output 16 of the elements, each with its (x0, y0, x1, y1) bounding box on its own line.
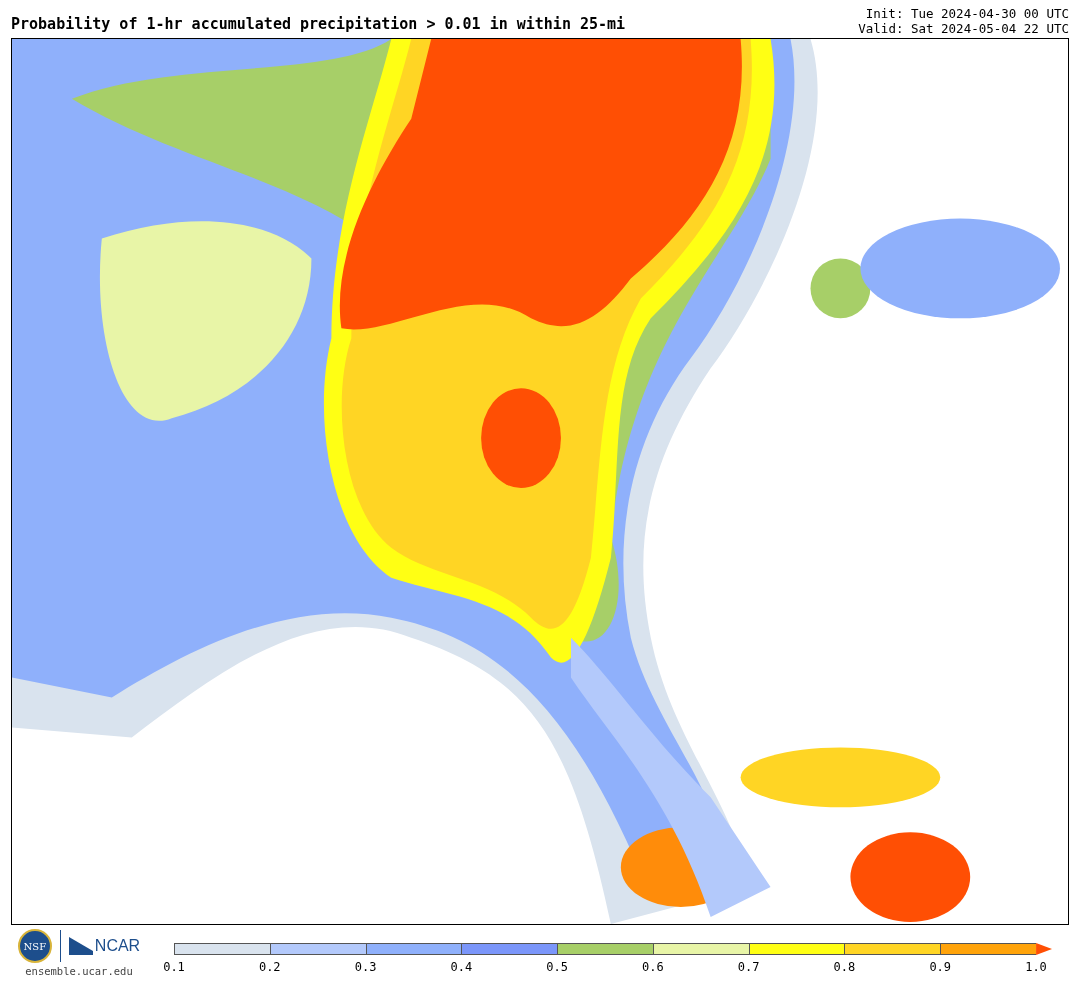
colorbar-tick-label: 0.4 (450, 960, 473, 974)
init-time: Init: Tue 2024-04-30 00 UTC (865, 6, 1069, 21)
valid-time: Valid: Sat 2024-05-04 22 UTC (858, 21, 1069, 36)
site-url: ensemble.ucar.edu (25, 965, 133, 977)
colorbar-tick-label: 0.1 (163, 960, 185, 974)
colorbar-tick-label: 0.3 (354, 960, 377, 974)
colorbar-tick-label: 0.7 (737, 960, 760, 974)
colorbar-tick-label: 0.8 (833, 960, 856, 974)
colorbar-tick-label: 0.5 (546, 960, 568, 974)
colorbar-tick-label: 0.6 (642, 960, 664, 974)
nsf-logo: NSF (17, 929, 52, 963)
colorbar-tick-label: 1.0 (1025, 960, 1047, 974)
ncar-logo: NCAR (68, 937, 141, 955)
colorbar-tick-label: 0.9 (929, 960, 952, 974)
map-title: Probability of 1-hr accumulated precipitation > 0.01 in within 25-mi (11, 15, 626, 35)
colorbar-tick-label: 0.2 (258, 960, 281, 974)
